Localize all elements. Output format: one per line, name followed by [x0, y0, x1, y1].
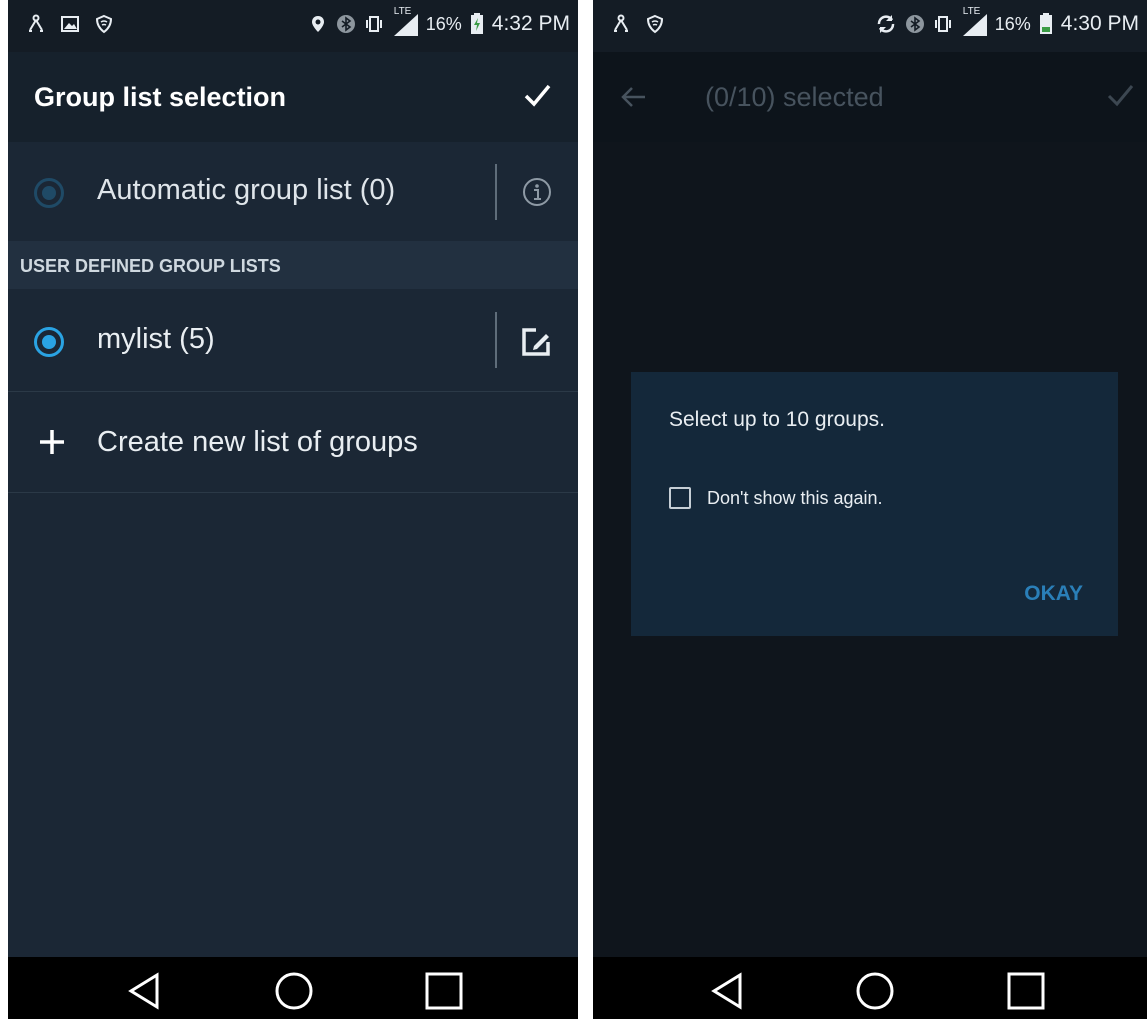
battery-icon — [1039, 13, 1052, 34]
clock: 4:30 PM — [1060, 12, 1139, 35]
recents-icon[interactable] — [1006, 971, 1046, 1011]
tree-network-icon — [29, 14, 43, 32]
lte-signal-icon: LTE — [392, 6, 418, 36]
navigation-bar — [8, 957, 578, 1019]
back-icon[interactable] — [123, 971, 163, 1011]
group-list-panel: Automatic group list (0) USER DEFINED GR… — [8, 142, 578, 957]
bluetooth-icon — [336, 15, 355, 33]
image-icon — [61, 16, 79, 32]
create-list-row[interactable]: Create new list of groups — [8, 392, 578, 492]
status-bar: LTE 16% 4:30 PM — [593, 0, 1147, 52]
vertical-separator — [495, 312, 497, 368]
bluetooth-icon — [905, 15, 924, 33]
battery-charging-icon — [470, 13, 483, 34]
automatic-list-radio[interactable] — [34, 178, 64, 208]
app-bar: Group list selection — [8, 52, 578, 142]
dialog-message: Select up to 10 groups. — [669, 408, 885, 431]
section-header: USER DEFINED GROUP LISTS — [8, 241, 578, 289]
wifi-shield-icon — [646, 14, 664, 34]
automatic-group-list-row[interactable]: Automatic group list (0) — [8, 142, 578, 241]
select-limit-dialog: Select up to 10 groups. Don't show this … — [631, 372, 1118, 636]
location-icon — [311, 16, 324, 32]
page-title: (0/10) selected — [705, 82, 884, 112]
section-header-label: USER DEFINED GROUP LISTS — [20, 256, 281, 276]
automatic-list-label: Automatic group list (0) — [97, 174, 396, 206]
wifi-shield-icon — [95, 14, 113, 34]
dont-show-again-checkbox[interactable] — [669, 487, 691, 509]
page-title: Group list selection — [34, 82, 287, 112]
status-bar: LTE 16% 4:32 PM — [8, 0, 578, 52]
home-icon[interactable] — [855, 971, 895, 1011]
check-icon[interactable] — [520, 78, 554, 112]
battery-percent: 16% — [994, 13, 1031, 34]
sync-icon — [877, 15, 894, 33]
arrow-back-icon[interactable] — [621, 86, 647, 108]
vibrate-icon — [934, 16, 951, 32]
navigation-bar — [593, 957, 1147, 1019]
dont-show-again-label[interactable]: Don't show this again. — [707, 488, 883, 509]
plus-icon — [40, 430, 64, 454]
edit-icon[interactable] — [520, 326, 552, 358]
divider — [8, 492, 578, 493]
clock: 4:32 PM — [491, 12, 570, 35]
app-bar: (0/10) selected — [593, 52, 1147, 142]
vertical-separator — [495, 164, 497, 220]
okay-button[interactable]: OKAY — [1024, 582, 1083, 606]
user-list-row[interactable]: mylist (5) — [8, 289, 578, 391]
vibrate-icon — [365, 16, 382, 32]
create-list-label: Create new list of groups — [97, 426, 418, 458]
user-list-label: mylist (5) — [97, 323, 215, 355]
tree-network-icon — [614, 14, 628, 32]
info-icon[interactable] — [522, 177, 552, 207]
home-icon[interactable] — [274, 971, 314, 1011]
recents-icon[interactable] — [424, 971, 464, 1011]
user-list-radio[interactable] — [34, 327, 64, 357]
right-screen: LTE 16% 4:30 PM (0/10) selected Select u… — [593, 0, 1147, 1019]
back-icon[interactable] — [706, 971, 746, 1011]
lte-signal-icon: LTE — [961, 6, 987, 36]
check-icon[interactable] — [1103, 78, 1137, 112]
left-screen: LTE 16% 4:32 PM Group list selection Aut… — [8, 0, 578, 1019]
battery-percent: 16% — [425, 13, 462, 34]
